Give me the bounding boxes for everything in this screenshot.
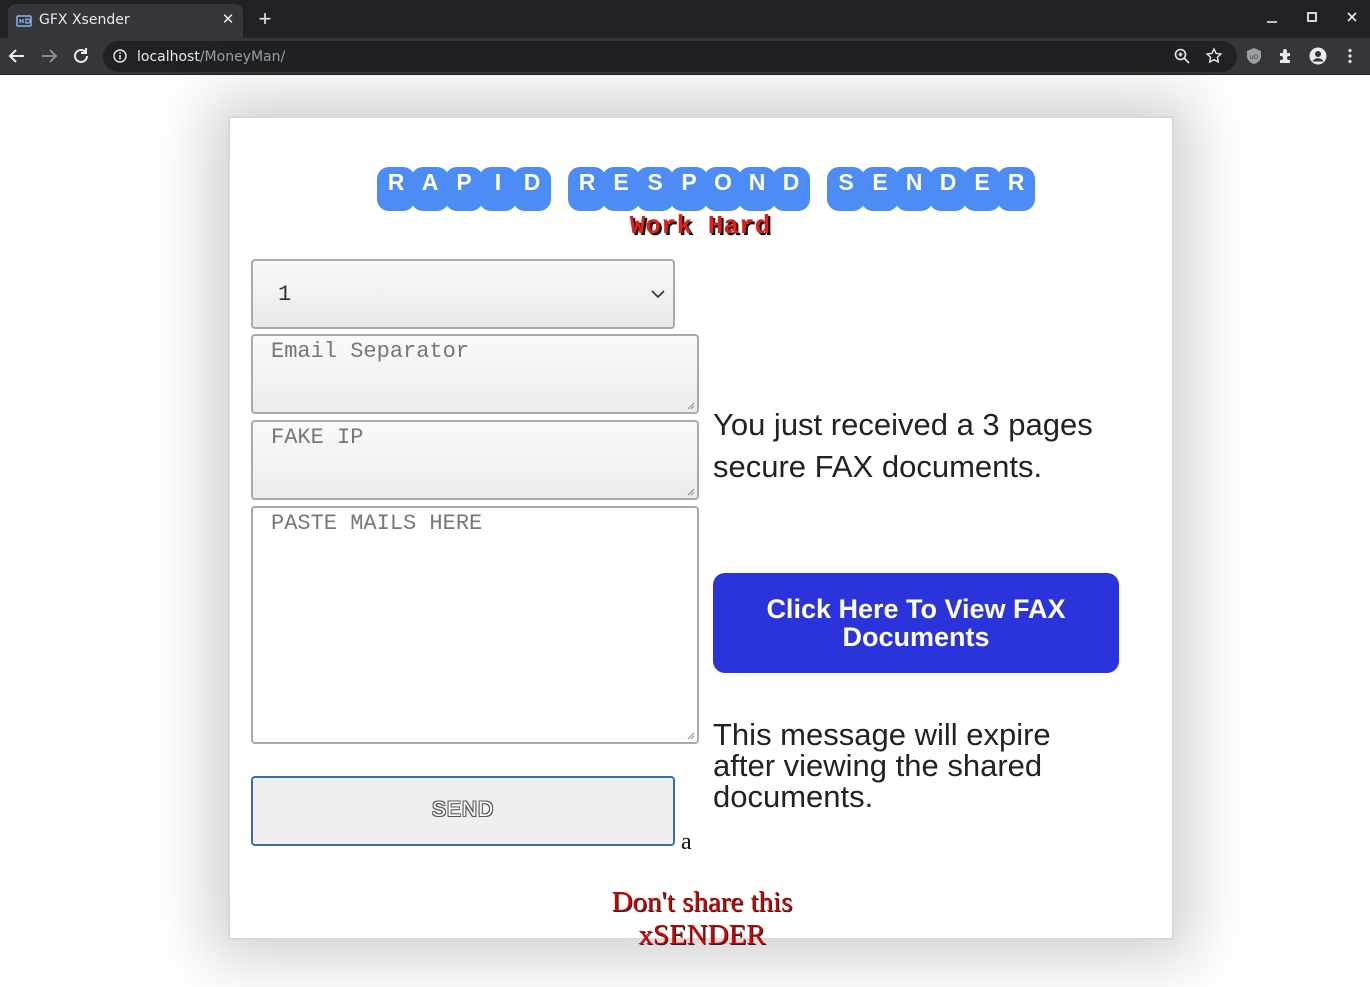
title-letter: O xyxy=(704,167,742,211)
ublock-extension-icon[interactable]: uO xyxy=(1245,47,1263,65)
svg-text:uO: uO xyxy=(1250,54,1259,61)
forward-icon[interactable] xyxy=(38,45,60,67)
send-button[interactable]: SEND xyxy=(251,776,675,846)
resize-handle-icon[interactable] xyxy=(685,400,695,410)
extensions-puzzle-icon[interactable] xyxy=(1277,47,1295,65)
minimize-icon[interactable] xyxy=(1260,8,1284,28)
reload-icon[interactable] xyxy=(70,45,92,67)
title-letter: R xyxy=(568,167,606,211)
mails-textarea[interactable]: PASTE MAILS HERE xyxy=(251,506,699,744)
tab-close-icon[interactable]: ✕ xyxy=(220,12,236,28)
fake-ip-placeholder: FAKE IP xyxy=(271,425,364,450)
browser-tab[interactable]: GFX Xsender ✕ xyxy=(8,4,243,38)
title-letter: R xyxy=(377,167,415,211)
stray-text: a xyxy=(681,829,692,855)
back-icon[interactable] xyxy=(6,45,28,67)
close-window-icon[interactable] xyxy=(1340,8,1364,28)
site-info-icon[interactable] xyxy=(113,49,127,63)
title-letter: D xyxy=(513,167,551,211)
email-separator-field[interactable]: Email Separator xyxy=(251,334,699,414)
title-letter: I xyxy=(479,167,517,211)
title-letter: E xyxy=(861,167,899,211)
mails-placeholder: PASTE MAILS HERE xyxy=(271,511,483,536)
browser-menu-icon[interactable] xyxy=(1341,47,1359,65)
email-separator-placeholder: Email Separator xyxy=(271,339,470,364)
expire-message: This message will expire after viewing t… xyxy=(713,717,1051,814)
browser-toolbar: localhost/MoneyMan/ uO xyxy=(0,38,1370,75)
view-fax-button[interactable]: Click Here To View FAX Documents xyxy=(713,573,1119,673)
fax-message: You just received a 3 pages secure FAX d… xyxy=(713,407,1093,484)
browser-tabbar: GFX Xsender ✕ + xyxy=(0,0,1370,38)
footer-warning: Don't share this xSENDER xyxy=(611,886,793,951)
resize-handle-icon[interactable] xyxy=(685,486,695,496)
bookmark-star-icon[interactable] xyxy=(1205,47,1223,65)
profile-avatar-icon[interactable] xyxy=(1309,47,1327,65)
url-text: localhost/MoneyMan/ xyxy=(137,49,286,65)
title-letter: D xyxy=(929,167,967,211)
count-select[interactable]: 1 xyxy=(251,259,675,329)
title-letter: P xyxy=(670,167,708,211)
title-letter: N xyxy=(895,167,933,211)
tab-title: GFX Xsender xyxy=(39,12,130,28)
count-select-value: 1 xyxy=(278,282,292,307)
fake-ip-field[interactable]: FAKE IP xyxy=(251,420,699,500)
title-letter: E xyxy=(963,167,1001,211)
page-title: RAPIDRESPONDSENDER xyxy=(377,167,1035,211)
title-letter: D xyxy=(772,167,810,211)
title-letter: A xyxy=(411,167,449,211)
title-word: RAPID xyxy=(377,167,551,211)
title-letter: N xyxy=(738,167,776,211)
maximize-icon[interactable] xyxy=(1300,8,1324,28)
title-letter: E xyxy=(602,167,640,211)
new-tab-icon[interactable]: + xyxy=(254,8,276,30)
title-letter: P xyxy=(445,167,483,211)
chevron-down-icon xyxy=(651,290,665,299)
resize-handle-icon[interactable] xyxy=(685,730,695,740)
title-word: RESPOND xyxy=(568,167,810,211)
zoom-icon[interactable] xyxy=(1173,47,1191,65)
address-bar[interactable]: localhost/MoneyMan/ xyxy=(103,41,1237,72)
title-letter: S xyxy=(827,167,865,211)
title-letter: R xyxy=(997,167,1035,211)
title-word: SENDER xyxy=(827,167,1035,211)
title-letter: S xyxy=(636,167,674,211)
tab-favicon-icon xyxy=(16,15,32,27)
page-subtitle: Work Hard xyxy=(629,211,771,241)
send-button-label: SEND xyxy=(431,798,495,821)
